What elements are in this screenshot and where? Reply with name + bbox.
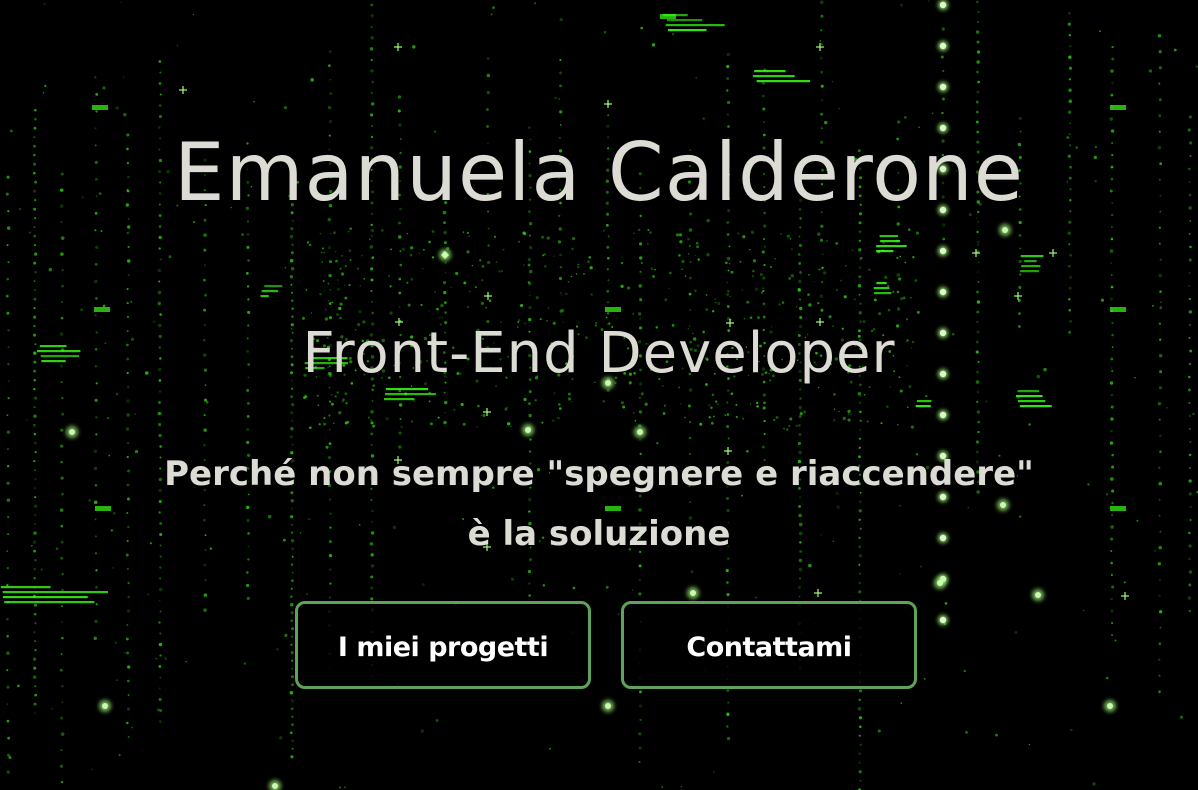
hero-name: Emanuela Calderone: [174, 126, 1024, 219]
hero-tagline: Perché non sempre "spegnere e riaccender…: [164, 454, 1034, 554]
projects-button[interactable]: I miei progetti: [295, 601, 591, 689]
hero-section: Emanuela Calderone Front-End Developer P…: [0, 0, 1198, 790]
contact-button[interactable]: Contattami: [621, 601, 917, 689]
hero-role: Front-End Developer: [302, 321, 896, 386]
hero-content: Emanuela Calderone Front-End Developer P…: [0, 0, 1198, 790]
